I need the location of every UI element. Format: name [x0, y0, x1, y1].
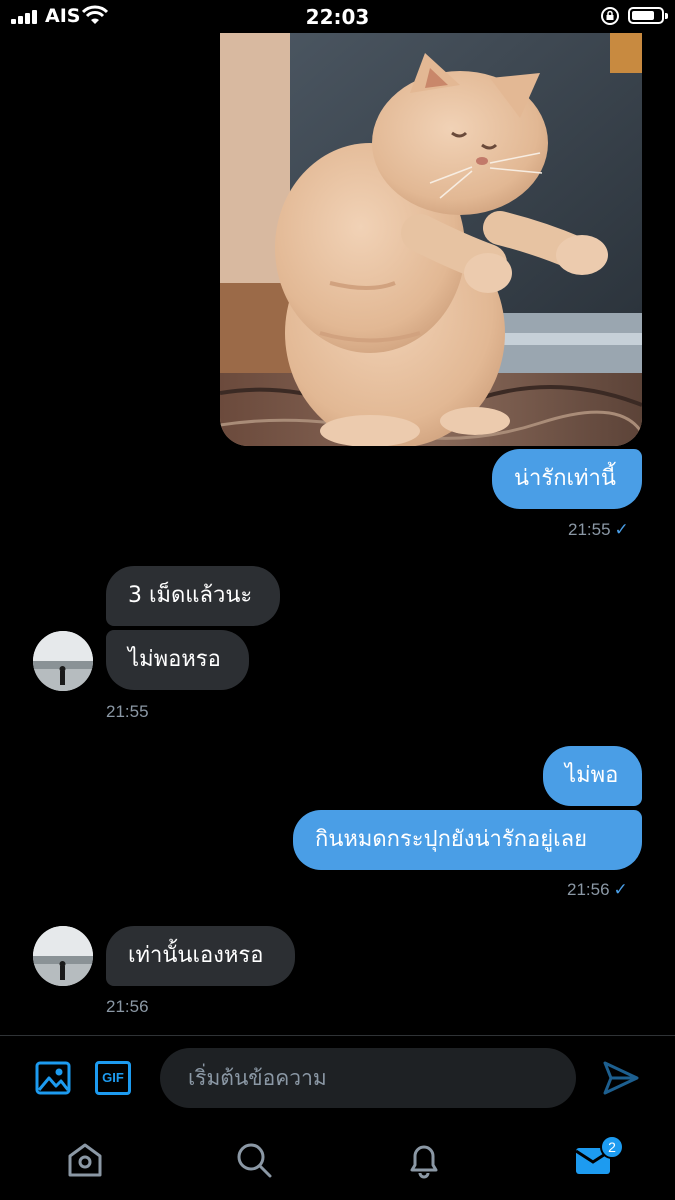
- message-input[interactable]: เริ่มต้นข้อความ: [160, 1048, 576, 1108]
- avatar-photo-icon: [33, 926, 93, 986]
- message-bubble-incoming[interactable]: เท่านั้นเองหรอ: [106, 926, 295, 986]
- composer-divider: [0, 1035, 675, 1036]
- image-message[interactable]: [220, 33, 642, 446]
- avatar[interactable]: [33, 631, 93, 691]
- message-bubble-incoming[interactable]: ไม่พอหรอ: [106, 630, 249, 690]
- message-bubble-outgoing[interactable]: กินหมดกระปุกยังน่ารักอยู่เลย: [293, 810, 642, 870]
- avatar-photo-icon: [33, 631, 93, 691]
- cat-photo-icon: [220, 33, 642, 446]
- send-icon[interactable]: [602, 1060, 640, 1096]
- bell-icon[interactable]: [404, 1140, 444, 1180]
- message-bubble-outgoing[interactable]: ไม่พอ: [543, 746, 642, 806]
- notification-badge: 2: [600, 1135, 624, 1159]
- home-icon[interactable]: [65, 1140, 105, 1180]
- gif-icon[interactable]: GIF: [95, 1061, 131, 1095]
- message-timestamp: 21:55: [106, 702, 149, 721]
- check-icon: ✓: [614, 520, 629, 539]
- avatar[interactable]: [33, 926, 93, 986]
- check-icon: ✓: [613, 880, 628, 899]
- message-bubble-outgoing[interactable]: น่ารักเท่านี้: [492, 449, 642, 509]
- message-timestamp: 21:56 ✓: [567, 880, 628, 899]
- message-timestamp: 21:55 ✓: [568, 520, 629, 539]
- search-icon[interactable]: [234, 1140, 274, 1180]
- clock: 22:03: [305, 5, 370, 29]
- image-icon[interactable]: [35, 1060, 71, 1096]
- message-timestamp: 21:56: [106, 997, 149, 1016]
- battery-icon: [628, 7, 668, 24]
- message-bubble-incoming[interactable]: 3 เม็ดแล้วนะ: [106, 566, 280, 626]
- status-bar: AIS 22:03: [0, 0, 675, 34]
- dm-conversation-screen: AIS 22:03 น่ารักเท่านี้ 21:55 ✓ 3 เม็ดแล…: [0, 0, 675, 1200]
- rotation-lock-icon: [601, 7, 619, 25]
